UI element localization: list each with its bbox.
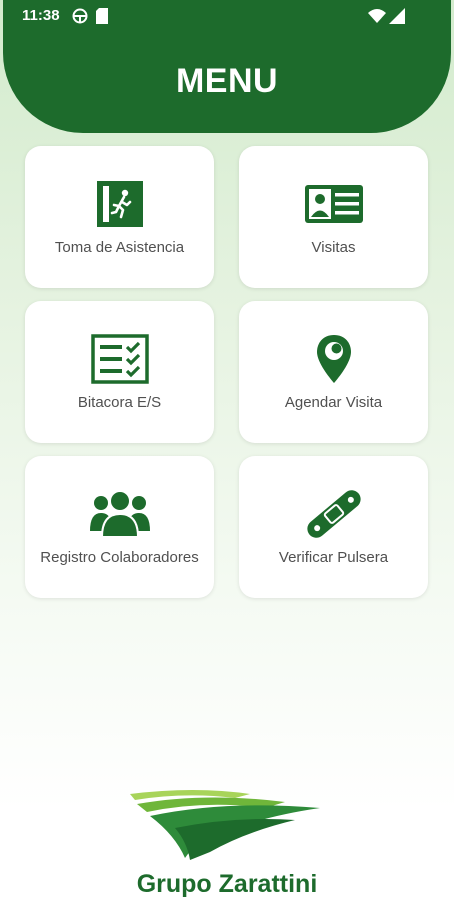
id-card-icon [304,185,363,223]
emergency-exit-icon [96,181,143,227]
menu-card-label: Verificar Pulsera [278,549,389,566]
menu-card-verificar-pulsera[interactable]: Verificar Pulsera [239,456,428,598]
status-time: 11:38 [22,7,60,24]
menu-card-label: Bitacora E/S [77,394,162,411]
checklist-icon [90,334,149,384]
brand-name: Grupo Zarattini [136,870,318,898]
menu-card-agendar-visita[interactable]: Agendar Visita [239,301,428,443]
cell-signal-icon [389,8,405,24]
page-title: MENU [175,62,279,100]
menu-card-visitas[interactable]: Visitas [239,146,428,288]
menu-card-bitacora[interactable]: Bitacora E/S [25,301,214,443]
wristband-icon [306,490,361,538]
menu-card-toma-asistencia[interactable]: Toma de Asistencia [25,146,214,288]
sync-icon [72,8,88,24]
users-group-icon [89,490,150,538]
status-bar: 11:38 [0,0,454,32]
menu-card-label: Visitas [311,239,356,256]
wifi-icon [368,9,386,23]
map-pin-icon [316,335,351,383]
menu-card-label: Toma de Asistencia [54,239,185,256]
sim-card-icon [96,8,108,24]
menu-card-label: Registro Colaboradores [40,549,199,566]
menu-card-label: Agendar Visita [284,394,383,411]
menu-card-registro-colaboradores[interactable]: Registro Colaboradores [25,456,214,598]
